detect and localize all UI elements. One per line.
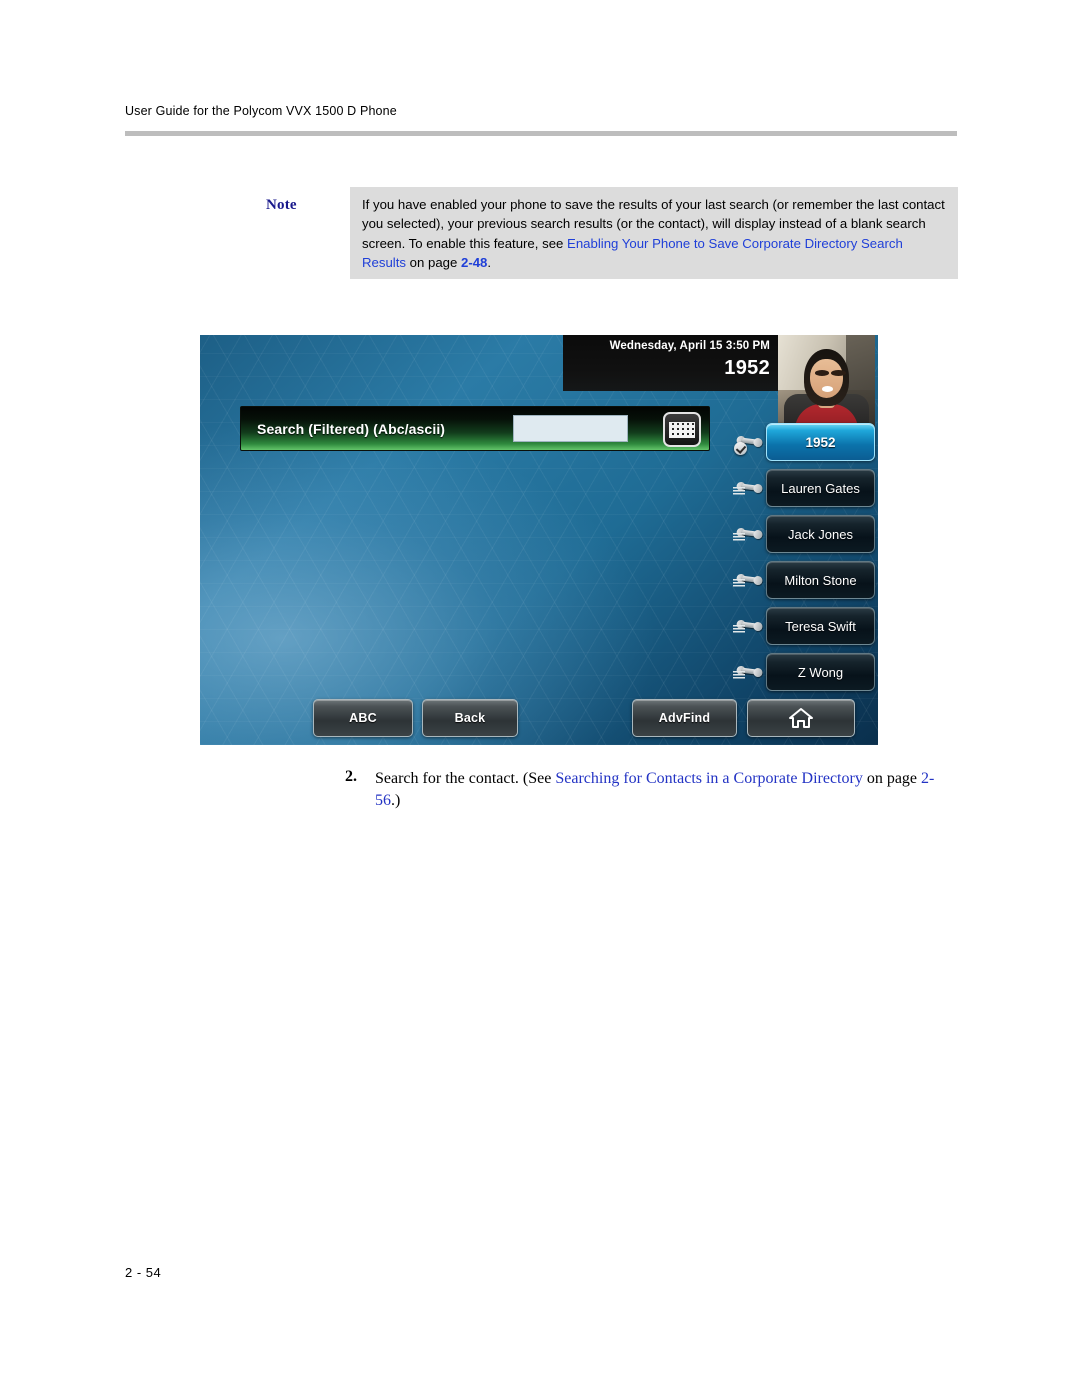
handset-wave-lines-icon [733,578,745,588]
search-bar-label: Search (Filtered) (Abc/ascii) [257,420,446,437]
handset-wave-lines-icon [733,624,745,634]
line-key-item[interactable]: Teresa Swift [733,607,875,645]
running-header-text: User Guide for the Polycom VVX 1500 D Ph… [125,104,397,118]
handset-icon [733,658,765,686]
page-number-footer: 2 - 54 [125,1265,162,1280]
softkey-abc-button[interactable]: ABC [313,699,413,737]
step-item: 2. Search for the contact. (See Searchin… [345,768,945,812]
handset-icon [733,612,765,640]
line-key-item[interactable]: Z Wong [733,653,875,691]
step-text-onpage: on page [862,770,922,787]
handset-registered-icon [733,428,765,456]
phone-screen-figure: Wednesday, April 15 3:50 PM 1952 Search … [200,335,878,745]
softkey-label: ABC [349,711,377,725]
handset-wave-lines-icon [733,532,745,542]
softkey-advfind-button[interactable]: AdvFind [632,699,737,737]
handset-icon [733,474,765,502]
step-cross-reference-link[interactable]: Searching for Contacts in a Corporate Di… [555,770,862,787]
line-key-button[interactable]: Z Wong [766,653,875,691]
line-key-item[interactable]: Jack Jones [733,515,875,553]
softkey-home-button[interactable] [747,699,855,737]
line-key-label: 1952 [805,434,836,450]
line-key-item[interactable]: 1952 [733,423,875,461]
line-key-button[interactable]: 1952 [766,423,875,461]
line-key-button[interactable]: Teresa Swift [766,607,875,645]
document-page: User Guide for the Polycom VVX 1500 D Ph… [0,0,1080,1397]
keyboard-icon-glyph [669,421,695,438]
line-key-list: 1952 Lauren Gates Jack Jones Milton Ston… [733,423,875,699]
step-text-lead: Search for the contact. (See [375,770,556,787]
softkey-label: Back [454,711,486,725]
line-key-button[interactable]: Milton Stone [766,561,875,599]
handset-icon [733,520,765,548]
line-key-label: Z Wong [797,664,844,680]
handset-wave-lines-icon [733,670,745,680]
search-input[interactable] [513,415,628,442]
line-key-label: Jack Jones [787,526,854,542]
step-text: Search for the contact. (See Searching f… [375,768,945,812]
running-header: User Guide for the Polycom VVX 1500 D Ph… [125,104,955,118]
line-key-label: Milton Stone [784,572,857,588]
phone-status-bar: Wednesday, April 15 3:50 PM 1952 [563,335,778,391]
step-text-tail: .) [391,792,401,809]
line-key-item[interactable]: Lauren Gates [733,469,875,507]
video-self-view-thumbnail[interactable] [778,335,875,433]
note-text-tail: . [487,254,492,270]
status-extension: 1952 [724,357,770,379]
keyboard-icon[interactable] [663,412,701,447]
header-divider-rule [125,131,957,136]
note-label: Note [266,197,297,213]
video-person-mouth [821,385,834,392]
search-bar[interactable]: Search (Filtered) (Abc/ascii) [240,406,710,451]
home-icon [788,707,814,729]
handset-icon [733,566,765,594]
line-key-label: Lauren Gates [781,480,860,496]
status-datetime: Wednesday, April 15 3:50 PM [609,340,770,352]
line-key-item[interactable]: Milton Stone [733,561,875,599]
step-number: 2. [345,768,357,785]
softkey-label: AdvFind [658,711,711,725]
note-page-reference[interactable]: 2-48 [461,255,487,270]
line-key-label: Teresa Swift [785,618,856,634]
line-key-button[interactable]: Lauren Gates [766,469,875,507]
note-paragraph: If you have enabled your phone to save t… [362,195,946,272]
handset-wave-lines-icon [733,486,745,496]
soft-key-bar: ABC Back AdvFind [200,699,878,737]
check-badge-icon [734,442,747,455]
note-body: If you have enabled your phone to save t… [350,187,958,279]
note-callout: Note If you have enabled your phone to s… [250,187,958,279]
note-text-onpage: on page [405,254,461,270]
softkey-back-button[interactable]: Back [422,699,518,737]
line-key-button[interactable]: Jack Jones [766,515,875,553]
